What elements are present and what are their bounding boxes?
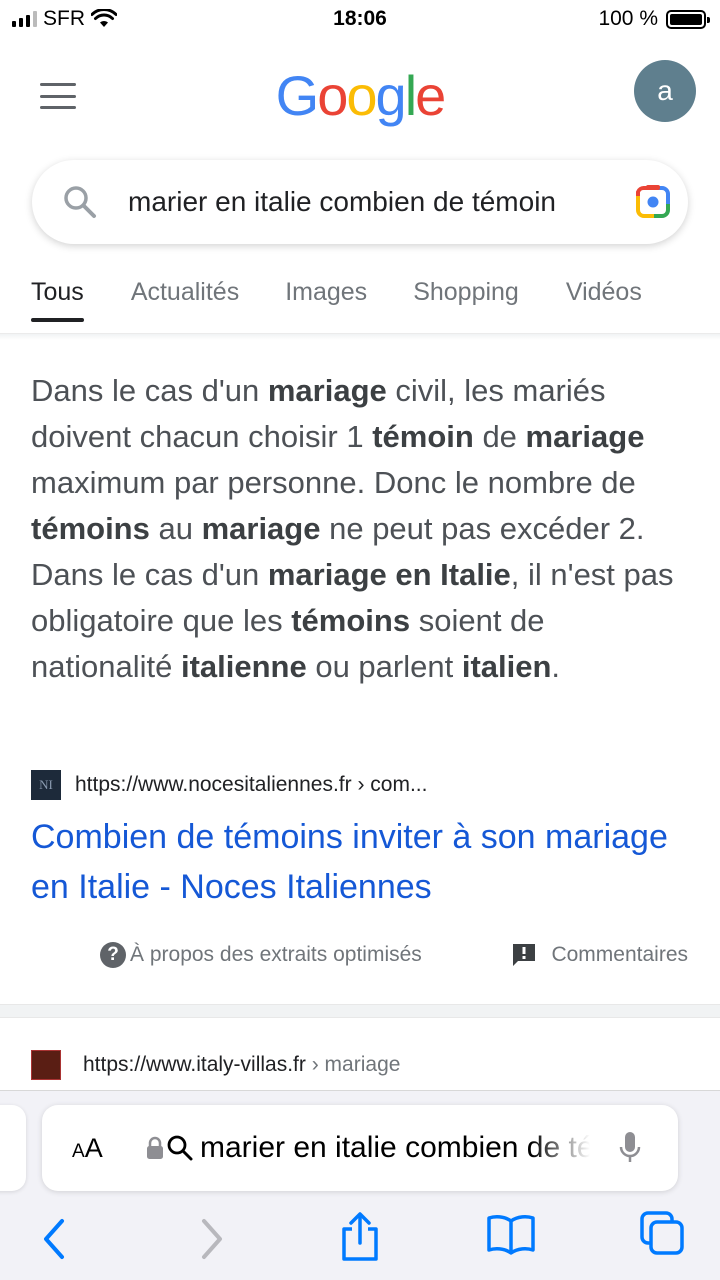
status-bar: SFR 18:06 100 % bbox=[0, 0, 720, 40]
reader-options-button[interactable]: AA bbox=[72, 1133, 122, 1164]
back-icon[interactable] bbox=[40, 1217, 70, 1261]
safari-bottom-bar: AA marier en italie combien de témoin bbox=[0, 1090, 720, 1280]
tab-videos[interactable]: Vidéos bbox=[566, 270, 642, 322]
logo-letter: G bbox=[275, 64, 320, 127]
feedback-link[interactable]: Commentaires bbox=[511, 942, 688, 968]
result2-source[interactable]: https://www.italy-villas.fr › mariage bbox=[31, 1050, 400, 1080]
snippet-text: . bbox=[551, 649, 561, 684]
status-right: 100 % bbox=[598, 7, 710, 31]
logo-letter: g bbox=[375, 64, 407, 127]
tab-images[interactable]: Images bbox=[285, 270, 367, 322]
battery-icon bbox=[666, 9, 710, 29]
google-header: Google a bbox=[0, 55, 720, 135]
search-icon[interactable] bbox=[48, 184, 112, 220]
snippet-highlight: mariage bbox=[201, 511, 321, 546]
logo-letter: e bbox=[415, 64, 446, 127]
snippet-text: ou parlent bbox=[306, 649, 462, 684]
address-text[interactable]: marier en italie combien de témoin bbox=[200, 1131, 590, 1165]
snippet-text: au bbox=[149, 511, 202, 546]
site-favicon: NI bbox=[31, 770, 61, 800]
snippet-text: maximum par personne. Donc le nombre de bbox=[31, 465, 636, 500]
snippet-highlight: italien bbox=[461, 649, 552, 684]
search-input[interactable]: marier en italie combien de témoin bbox=[128, 186, 618, 218]
site-favicon bbox=[31, 1050, 61, 1080]
feedback-icon bbox=[513, 944, 536, 966]
search-box[interactable]: marier en italie combien de témoin bbox=[32, 160, 688, 244]
google-logo[interactable]: Google bbox=[0, 63, 720, 128]
result-source[interactable]: NI https://www.nocesitaliennes.fr › com.… bbox=[31, 770, 427, 800]
result2-url[interactable]: https://www.italy-villas.fr › mariage bbox=[83, 1053, 400, 1077]
account-avatar[interactable]: a bbox=[634, 60, 696, 122]
result-title-link[interactable]: Combien de témoins inviter à son mariage… bbox=[31, 812, 691, 912]
logo-letter: l bbox=[404, 64, 418, 127]
logo-letter: o bbox=[317, 64, 348, 127]
share-icon[interactable] bbox=[338, 1211, 382, 1263]
safari-toolbar bbox=[0, 1205, 720, 1275]
snippet-highlight: témoins bbox=[291, 603, 411, 638]
about-snippets-link[interactable]: ? À propos des extraits optimisés bbox=[100, 942, 422, 968]
battery-percent: 100 % bbox=[598, 7, 658, 30]
search-tabs: Tous Actualités Images Shopping Vidéos bbox=[0, 270, 720, 334]
snippet-highlight: mariage en Italie bbox=[267, 557, 511, 592]
featured-snippet-text: Dans le cas d'un mariage civil, les mari… bbox=[31, 368, 691, 690]
result-url[interactable]: https://www.nocesitaliennes.fr › com... bbox=[75, 773, 427, 797]
address-bar[interactable]: AA marier en italie combien de témoin bbox=[42, 1105, 678, 1191]
bookmarks-icon[interactable] bbox=[486, 1213, 536, 1255]
snippet-text: de bbox=[473, 419, 526, 454]
snippet-highlight: italienne bbox=[180, 649, 307, 684]
help-icon: ? bbox=[100, 942, 126, 968]
tabs-shadow bbox=[0, 334, 720, 340]
snippet-meta: ? À propos des extraits optimisés Commen… bbox=[0, 940, 720, 976]
tab-news[interactable]: Actualités bbox=[131, 270, 239, 322]
feedback-label: Commentaires bbox=[551, 943, 688, 966]
google-lens-icon[interactable] bbox=[618, 184, 688, 220]
snippet-highlight: témoins bbox=[31, 511, 150, 546]
snippet-highlight: mariage bbox=[267, 373, 387, 408]
microphone-icon[interactable] bbox=[618, 1130, 642, 1166]
tabs-icon[interactable] bbox=[638, 1209, 686, 1257]
snippet-highlight: mariage bbox=[525, 419, 645, 454]
snippet-highlight: témoin bbox=[372, 419, 474, 454]
previous-tab-card[interactable] bbox=[0, 1105, 26, 1191]
about-snippets-label: À propos des extraits optimisés bbox=[130, 943, 422, 966]
section-divider bbox=[0, 1004, 720, 1018]
tab-shopping[interactable]: Shopping bbox=[413, 270, 519, 322]
forward-icon[interactable] bbox=[196, 1217, 226, 1261]
tab-all[interactable]: Tous bbox=[31, 270, 84, 322]
lock-icon bbox=[147, 1136, 163, 1159]
logo-letter: o bbox=[346, 64, 377, 127]
snippet-text: Dans le cas d'un bbox=[31, 373, 268, 408]
search-icon bbox=[167, 1135, 193, 1161]
